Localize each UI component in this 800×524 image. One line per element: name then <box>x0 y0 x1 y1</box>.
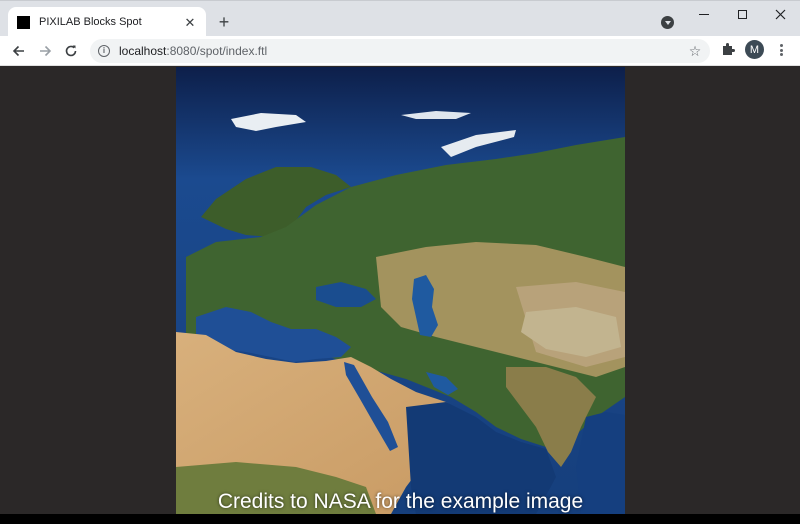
back-button[interactable] <box>9 41 29 61</box>
close-window-button[interactable] <box>766 5 794 23</box>
reload-icon <box>65 45 77 57</box>
image-caption: Credits to NASA for the example image <box>217 490 584 513</box>
arrow-left-icon <box>12 45 24 57</box>
star-icon[interactable]: ☆ <box>687 43 703 59</box>
menu-icon[interactable] <box>774 42 788 58</box>
favicon-icon <box>17 15 30 29</box>
tab-pixilab-blocks-spot[interactable]: PIXILAB Blocks Spot ✕ <box>8 7 206 37</box>
address-bar[interactable]: i localhost:8080/spot/index.ftl ☆ <box>90 39 710 63</box>
minimize-button[interactable] <box>690 5 718 23</box>
tab-strip: PIXILAB Blocks Spot ✕ + <box>0 0 800 37</box>
tab-title: PIXILAB Blocks Spot <box>39 16 142 28</box>
avatar[interactable]: M <box>745 40 764 59</box>
puzzle-icon[interactable] <box>720 41 736 57</box>
tab-search-icon[interactable] <box>661 16 674 29</box>
close-tab-icon[interactable]: ✕ <box>182 14 198 30</box>
url-path: :8080/spot/index.ftl <box>166 44 268 58</box>
browser-toolbar: i localhost:8080/spot/index.ftl ☆ <box>0 36 800 66</box>
forward-button[interactable] <box>35 41 55 61</box>
page-viewport: Credits to NASA for the example image <box>0 67 800 514</box>
url-host: localhost <box>119 44 167 58</box>
info-icon[interactable]: i <box>98 45 110 57</box>
reload-button[interactable] <box>61 41 81 61</box>
arrow-right-icon <box>40 45 52 57</box>
new-tab-button[interactable]: + <box>214 12 234 32</box>
maximize-button[interactable] <box>728 5 756 23</box>
bottom-bar <box>0 514 800 524</box>
earth-satellite-image <box>176 67 625 514</box>
url-text[interactable]: localhost:8080/spot/index.ftl <box>119 44 267 58</box>
